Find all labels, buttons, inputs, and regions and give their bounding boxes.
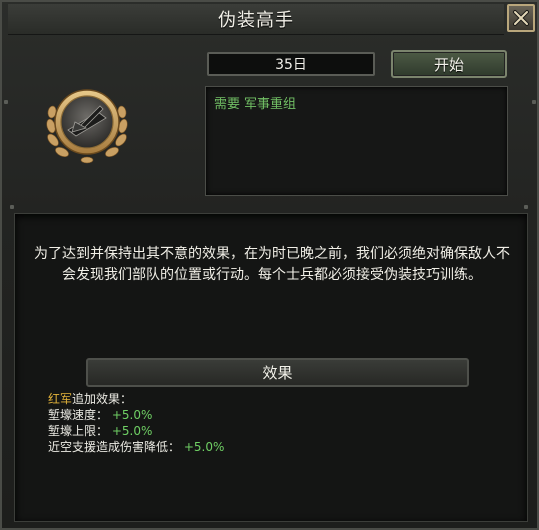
effect-label: 堑壕上限： (48, 424, 109, 438)
frame-rivet (10, 205, 14, 209)
effect-row: 堑壕速度： +5.0% (48, 407, 224, 423)
faction-name: 红军 (48, 392, 73, 406)
requirement-item[interactable]: 军事重组 (244, 97, 296, 112)
duration-display: 35日 (207, 52, 375, 76)
close-button[interactable] (507, 4, 535, 32)
tank-laurel-medal-icon (42, 82, 132, 166)
frame-rivet (4, 100, 8, 104)
effects-intro: 追加效果： (72, 392, 133, 406)
requirements-label: 需要 (214, 97, 241, 112)
effects-header: 效果 (86, 358, 469, 387)
effect-value: +5.0% (183, 440, 225, 454)
effect-label: 近空支援造成伤害降低： (48, 440, 181, 454)
effect-value: +5.0% (111, 408, 153, 422)
effect-value: +5.0% (111, 424, 153, 438)
requirements-panel: 需要 军事重组 (205, 86, 508, 196)
focus-description: 为了达到并保持出其不意的效果，在为时已晚之前，我们必须绝对确保敌人不会发现我们部… (34, 246, 510, 283)
title-bar: 伪装高手 (8, 4, 504, 35)
close-icon (513, 10, 529, 26)
start-button[interactable]: 开始 (391, 50, 507, 78)
effect-row: 近空支援造成伤害降低： +5.0% (48, 439, 224, 455)
window-title: 伪装高手 (218, 10, 294, 31)
frame-rivet (532, 100, 536, 104)
effects-list: 红军追加效果： 堑壕速度： +5.0% 堑壕上限： +5.0% 近空支援造成伤害… (48, 391, 224, 455)
effects-intro-row: 红军追加效果： (48, 391, 224, 407)
effect-label: 堑壕速度： (48, 408, 109, 422)
effect-row: 堑壕上限： +5.0% (48, 423, 224, 439)
frame-rivet (524, 205, 528, 209)
